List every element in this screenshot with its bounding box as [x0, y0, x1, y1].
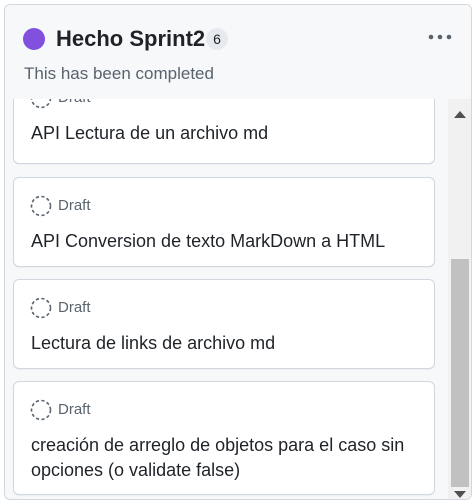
card-title[interactable]: API Conversion de texto MarkDown a HTML	[31, 229, 420, 254]
card-title[interactable]: API Lectura de un archivo md	[31, 121, 420, 146]
vertical-scrollbar[interactable]	[448, 99, 471, 499]
column-description: This has been completed	[24, 64, 214, 83]
card-status: Draft	[30, 297, 91, 319]
scroll-up-arrow-icon[interactable]	[454, 111, 466, 118]
card-item[interactable]: Draft Lectura de links de archivo md	[13, 279, 435, 369]
card-title[interactable]: creación de arreglo de objetos para el c…	[31, 433, 420, 483]
draft-label: Draft	[58, 99, 91, 108]
draft-label: Draft	[58, 299, 91, 316]
board-column: Draft API Lectura de un archivo md Draft…	[4, 4, 472, 500]
card-status: Draft	[30, 195, 91, 217]
card-item[interactable]: Draft API Conversion de texto MarkDown a…	[13, 177, 435, 267]
card-status: Draft	[30, 99, 91, 109]
card-item[interactable]: Draft creación de arreglo de objetos par…	[13, 381, 435, 495]
scrollbar-thumb[interactable]	[451, 259, 469, 487]
cards-list[interactable]: Draft API Lectura de un archivo md Draft…	[5, 99, 447, 499]
draft-label: Draft	[58, 401, 91, 418]
draft-label: Draft	[58, 197, 91, 214]
card-status: Draft	[30, 399, 91, 421]
draft-issue-icon	[30, 399, 52, 421]
draft-issue-icon	[30, 195, 52, 217]
card-item[interactable]: Draft API Lectura de un archivo md	[13, 99, 435, 164]
kebab-horizontal-icon	[428, 34, 452, 40]
draft-issue-icon	[30, 99, 52, 109]
draft-issue-icon	[30, 297, 52, 319]
column-header: Hecho Sprint2 6 This has been completed	[5, 5, 471, 99]
card-title[interactable]: Lectura de links de archivo md	[31, 331, 420, 356]
column-menu-button[interactable]	[423, 23, 457, 51]
item-count-badge: 6	[206, 28, 228, 50]
column-title: Hecho Sprint2	[56, 26, 206, 51]
status-color-dot	[23, 28, 45, 50]
scroll-down-arrow-icon[interactable]	[454, 491, 466, 498]
